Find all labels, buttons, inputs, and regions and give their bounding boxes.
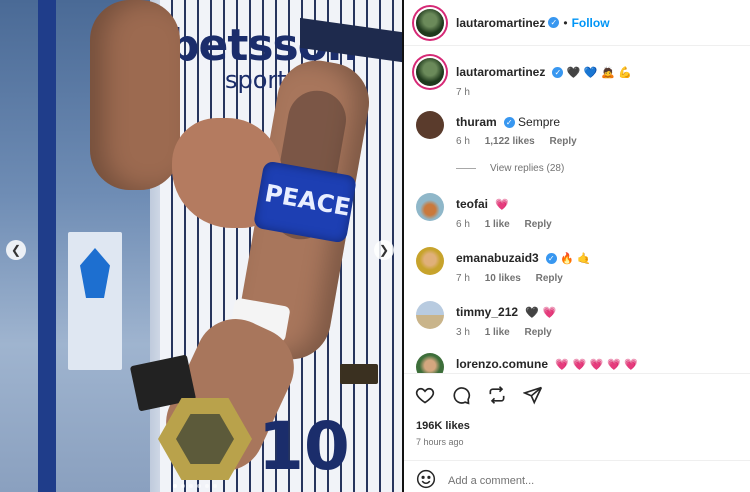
comment-body: thuram ✓ Sempre 6 h 1,122 likes Reply (456, 111, 740, 147)
carousel-dot[interactable] (173, 484, 177, 488)
shirt-number: 10 (258, 408, 350, 485)
post-header: lautaromartinez ✓ • Follow (404, 0, 750, 46)
comment-meta: 7 h 10 likes Reply (456, 273, 740, 284)
repost-icon[interactable] (486, 384, 508, 406)
comment-body: lorenzo.comune 💗 💗 💗 💗 💗 (456, 353, 740, 373)
comment-avatar[interactable] (416, 111, 444, 139)
comment-time: 6 h (456, 136, 470, 147)
caption-text: 🖤 💙 🙇 💪 (566, 66, 632, 79)
reply-button[interactable]: Reply (525, 327, 552, 338)
actions-divider (404, 373, 750, 374)
jersey-badge (340, 364, 378, 384)
reply-button[interactable]: Reply (550, 136, 577, 147)
add-comment-divider (404, 460, 750, 461)
comment-body: timmy_212 🖤 💗 3 h 1 like Reply (456, 301, 740, 338)
carousel-dot[interactable] (197, 484, 201, 488)
add-comment-input[interactable] (448, 475, 728, 487)
comment-body: teofai 💗 6 h 1 like Reply (456, 193, 740, 230)
armband-text: PEACE (262, 179, 353, 222)
caption-avatar[interactable] (416, 58, 444, 86)
view-replies-line (456, 168, 476, 169)
reply-button[interactable]: Reply (536, 273, 563, 284)
comment-username[interactable]: emanabuzaid3 (456, 251, 539, 265)
heart-icon[interactable] (414, 384, 436, 406)
media-pole (38, 0, 56, 492)
post-sidebar: lautaromartinez ✓ • Follow lautaromartin… (404, 0, 750, 492)
add-comment-bar (416, 469, 746, 492)
comment-time: 6 h (456, 219, 470, 230)
reply-button[interactable]: Reply (525, 219, 552, 230)
comment-avatar[interactable] (416, 193, 444, 221)
post-media[interactable]: betsson sport PEACE 10 ❮ ❯ (0, 0, 402, 492)
send-icon[interactable] (522, 384, 544, 406)
upper-arm (90, 0, 180, 190)
comment-meta: 6 h 1,122 likes Reply (456, 136, 740, 147)
verified-icon: ✓ (545, 253, 557, 264)
chevron-left-icon[interactable]: ❮ (6, 240, 26, 260)
comment-time: 7 h (456, 273, 470, 284)
comment-text: 💗 💗 💗 💗 💗 (555, 358, 638, 371)
author-username[interactable]: lautaromartinez (456, 16, 545, 30)
caption-username[interactable]: lautaromartinez (456, 65, 545, 79)
likes-count[interactable]: 196K likes (416, 420, 470, 432)
view-replies-button[interactable]: View replies (28) (456, 163, 564, 174)
verified-icon: ✓ (548, 17, 560, 28)
comment-username[interactable]: teofai (456, 197, 488, 211)
carousel-dot[interactable] (213, 484, 217, 488)
carousel-dot[interactable] (181, 484, 185, 488)
post-actions (414, 384, 544, 406)
comment-likes[interactable]: 1,122 likes (485, 136, 535, 147)
carousel-dot[interactable] (205, 484, 209, 488)
comment-text: 💗 (495, 198, 510, 211)
author-avatar[interactable] (416, 8, 444, 37)
comment-icon[interactable] (450, 384, 472, 406)
caption-time: 7 h (456, 87, 470, 98)
comments-list[interactable]: lautaromartinez ✓ 🖤 💙 🙇 💪 7 h thuram ✓ Sem… (404, 47, 750, 373)
separator: • (563, 15, 568, 30)
follow-button[interactable]: Follow (572, 16, 610, 30)
comment-avatar[interactable] (416, 247, 444, 275)
carousel-dots (173, 484, 217, 488)
comment-text: 🔥 🤙 (560, 252, 591, 265)
comment-body: emanabuzaid3 ✓ 🔥 🤙 7 h 10 likes Reply (456, 247, 740, 284)
view-replies-label: View replies (28) (490, 163, 565, 174)
comment-username[interactable]: lorenzo.comune (456, 357, 548, 371)
comment-avatar[interactable] (416, 301, 444, 329)
emoji-icon[interactable] (416, 469, 436, 492)
caption-meta: 7 h (456, 87, 740, 98)
comment-meta: 6 h 1 like Reply (456, 219, 740, 230)
comment-likes[interactable]: 1 like (485, 327, 510, 338)
carousel-dot[interactable] (189, 484, 193, 488)
post-time: 7 hours ago (416, 437, 464, 447)
comment-likes[interactable]: 10 likes (485, 273, 521, 284)
comment-meta: 3 h 1 like Reply (456, 327, 740, 338)
comment-avatar[interactable] (416, 353, 444, 373)
comment-likes[interactable]: 1 like (485, 219, 510, 230)
comment-username[interactable]: timmy_212 (456, 305, 518, 319)
comment-time: 3 h (456, 327, 470, 338)
comment-username[interactable]: thuram (456, 115, 497, 129)
chevron-right-icon[interactable]: ❯ (374, 240, 394, 260)
verified-icon: ✓ (503, 117, 515, 128)
comment-text: Sempre (518, 115, 561, 129)
caption-body: lautaromartinez ✓ 🖤 💙 🙇 💪 7 h (456, 58, 740, 98)
verified-icon: ✓ (552, 67, 564, 78)
comment-text: 🖤 💗 (525, 306, 557, 319)
